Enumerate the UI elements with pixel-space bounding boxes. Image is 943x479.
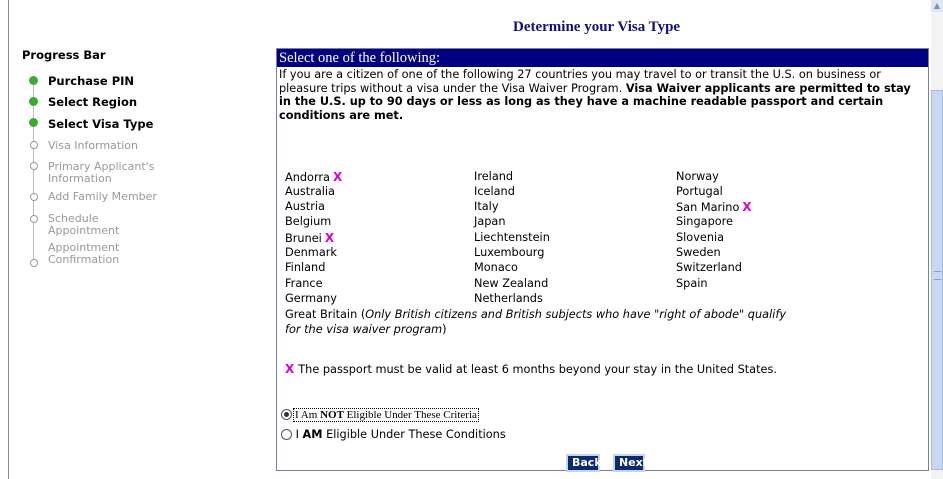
country-singapore: Singapore (676, 215, 733, 228)
step-select-visa-type: Select Visa Type (48, 117, 154, 131)
great-britain-condition: Only British citizens and British subjec… (285, 308, 787, 336)
country-finland: Finland (285, 261, 326, 274)
country-andorra: Andorra X (285, 170, 343, 184)
eligible-label[interactable]: I AM Eligible Under These Conditions (296, 428, 506, 441)
progress-connector-line (33, 79, 34, 265)
country-ireland: Ireland (474, 170, 514, 183)
step-primary-applicant-line2: Information (48, 172, 112, 185)
country-norway: Norway (676, 170, 719, 183)
great-britain-note: Great Britain (Only British citizens and… (285, 308, 787, 336)
step-add-family-member: Add Family Member (48, 190, 157, 203)
x-mark-icon: X (742, 200, 752, 214)
country-luxembourg: Luxembourg (474, 246, 545, 259)
next-button[interactable]: Next (613, 454, 648, 472)
country-monaco: Monaco (474, 261, 518, 274)
country-germany: Germany (285, 292, 337, 305)
not-eligible-option[interactable]: I Am NOT Eligible Under These Criteria (281, 408, 479, 422)
passport-note: X The passport must be valid at least 6 m… (285, 362, 785, 377)
country-australia: Australia (285, 185, 335, 198)
country-great-britain: Great Britain (285, 308, 358, 321)
step-pending-icon (30, 193, 38, 201)
not-eligible-radio[interactable] (281, 409, 292, 420)
left-divider (8, 0, 9, 479)
x-mark-icon: X (332, 170, 343, 184)
country-belgium: Belgium (285, 215, 332, 228)
step-purchase-pin: Purchase PIN (48, 74, 135, 88)
scrollbar-grip-icon (934, 271, 941, 280)
step-complete-icon (29, 97, 38, 106)
country-denmark: Denmark (285, 246, 337, 259)
country-portugal: Portugal (676, 185, 723, 198)
step-complete-icon (29, 76, 38, 85)
eligible-option[interactable]: I AM Eligible Under These Conditions (281, 428, 506, 441)
panel-header: Select one of the following: (277, 49, 928, 67)
x-mark-icon: X (285, 362, 295, 376)
step-pending-icon (30, 259, 38, 267)
page-title: Determine your Visa Type (513, 19, 681, 35)
country-san-marino: San Marino X (676, 200, 752, 214)
country-netherlands: Netherlands (474, 292, 543, 305)
step-confirmation-line2: Confirmation (48, 253, 120, 266)
country-new-zealand: New Zealand (474, 277, 549, 290)
step-complete-icon (29, 118, 38, 127)
country-iceland: Iceland (474, 185, 515, 198)
country-slovenia: Slovenia (676, 231, 725, 244)
country-sweden: Sweden (676, 246, 721, 259)
scroll-up-arrow-icon[interactable]: ▲ (931, 0, 943, 12)
step-schedule-line2: Appointment (48, 224, 120, 237)
visa-type-panel: Select one of the following: If you are … (276, 48, 929, 472)
not-eligible-label[interactable]: I Am NOT Eligible Under These Criteria (293, 408, 479, 422)
step-pending-icon (30, 215, 38, 223)
country-austria: Austria (285, 200, 325, 213)
x-mark-icon: X (324, 231, 335, 245)
country-italy: Italy (474, 200, 499, 213)
passport-note-text: The passport must be valid at least 6 mo… (298, 363, 777, 376)
step-pending-icon (30, 141, 38, 149)
country-liechtenstein: Liechtenstein (474, 231, 550, 244)
back-button[interactable]: Back (566, 454, 602, 472)
country-spain: Spain (676, 277, 708, 290)
step-pending-icon (30, 162, 38, 170)
country-switzerland: Switzerland (676, 261, 742, 274)
step-select-region: Select Region (48, 95, 138, 109)
vertical-scrollbar[interactable]: ▲ (931, 0, 943, 479)
scrollbar-thumb[interactable] (931, 90, 943, 470)
country-france: France (285, 277, 323, 290)
country-brunei: Brunei X (285, 231, 335, 245)
intro-text: If you are a citizen of one of the follo… (279, 68, 924, 122)
progress-bar-heading: Progress Bar (22, 48, 106, 62)
country-japan: Japan (474, 215, 506, 228)
step-visa-information: Visa Information (48, 139, 138, 152)
eligible-radio[interactable] (281, 429, 292, 440)
